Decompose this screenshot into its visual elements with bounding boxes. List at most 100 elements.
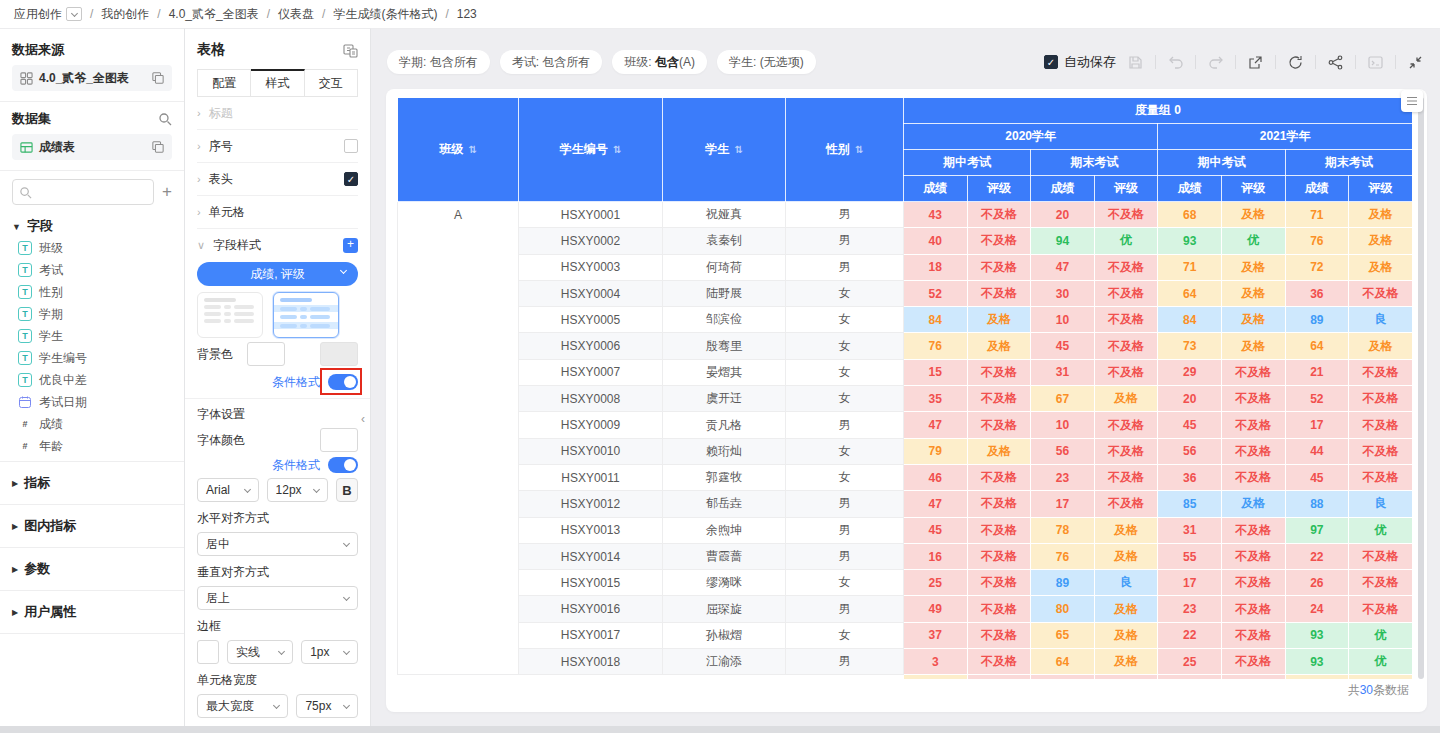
border-width-select[interactable]: 1px — [301, 640, 358, 664]
font-size-select[interactable]: 12px — [267, 478, 329, 502]
section-参数[interactable]: ▶参数 — [12, 548, 172, 590]
add-field-style-button[interactable]: + — [343, 238, 358, 253]
field-style-section[interactable]: 字段样式 — [213, 237, 261, 254]
breadcrumb-root[interactable]: 应用创作 — [14, 6, 82, 23]
style-section-序号[interactable]: ›序号 — [197, 130, 358, 163]
h-align-select[interactable]: 居中 — [197, 532, 358, 556]
share-icon[interactable] — [1327, 54, 1344, 71]
bold-button[interactable]: B — [336, 478, 358, 502]
section-用户属性[interactable]: ▶用户属性 — [12, 591, 172, 633]
metric-header: 成绩 — [1285, 176, 1349, 202]
breadcrumb-item[interactable]: 仪表盘 — [278, 7, 314, 21]
filter-chip[interactable]: 班级: 包含(A) — [612, 50, 707, 74]
border-label: 边框 — [197, 618, 358, 635]
section-图内指标[interactable]: ▶图内指标 — [12, 505, 172, 547]
v-align-select[interactable]: 居上 — [197, 586, 358, 610]
font-family-select[interactable]: Arial — [197, 478, 259, 502]
bg-color-swatch-disabled[interactable] — [320, 342, 358, 366]
field-item-年龄[interactable]: #年龄 — [12, 435, 172, 457]
style-section-标题[interactable]: ›标题 — [197, 97, 358, 130]
filter-chip[interactable]: 学生: (无选项) — [717, 50, 816, 74]
font-color-swatch[interactable] — [320, 428, 358, 452]
tab-配置[interactable]: 配置 — [197, 69, 251, 97]
field-item-考试日期[interactable]: 考试日期 — [12, 391, 172, 413]
export-icon[interactable] — [1247, 54, 1264, 71]
border-color-swatch[interactable] — [197, 640, 219, 664]
field-item-学期[interactable]: T学期 — [12, 303, 172, 325]
chevron-down-icon[interactable] — [66, 7, 82, 21]
datasource-item[interactable]: 4.0_贰爷_全图表 — [12, 65, 172, 91]
rating-cell: 及格 — [1221, 280, 1285, 306]
table-widget-card[interactable]: 班级 ⇅学生编号 ⇅学生 ⇅性别 ⇅度量组 02020学年2021学年期中考试期… — [386, 89, 1427, 712]
field-selector-dropdown[interactable]: 成绩, 评级 — [197, 262, 358, 286]
add-field-button[interactable]: + — [162, 182, 172, 202]
autosave-checkbox[interactable]: ✓ — [1044, 55, 1058, 69]
score-cell: 22 — [1158, 622, 1222, 648]
rating-cell: 不及格 — [967, 280, 1031, 306]
table-scrollbar[interactable] — [1418, 97, 1424, 679]
column-header-学生[interactable]: 学生 ⇅ — [663, 98, 786, 202]
style-section-单元格[interactable]: ›单元格 — [197, 196, 358, 229]
panel-collapse-handle[interactable]: ‹ — [361, 405, 371, 433]
copy-icon[interactable] — [152, 72, 164, 84]
widget-corner-icon[interactable] — [1401, 90, 1423, 112]
filter-chip[interactable]: 考试: 包含所有 — [500, 50, 603, 74]
font-conditional-format-link[interactable]: 条件格式 — [272, 457, 320, 474]
column-header-学生编号[interactable]: 学生编号 ⇅ — [519, 98, 663, 202]
field-item-考试[interactable]: T考试 — [12, 259, 172, 281]
autosave-control[interactable]: ✓ 自动保存 — [1044, 53, 1116, 71]
redo-icon[interactable] — [1207, 54, 1224, 71]
refresh-icon[interactable] — [1287, 54, 1304, 71]
tab-交互[interactable]: 交互 — [305, 69, 358, 97]
border-style-select[interactable]: 实线 — [227, 640, 293, 664]
style-section-表头[interactable]: ›表头✓ — [197, 163, 358, 196]
field-item-性别[interactable]: T性别 — [12, 281, 172, 303]
field-item-优良中差[interactable]: T优良中差 — [12, 369, 172, 391]
filter-chip[interactable]: 学期: 包含所有 — [387, 50, 490, 74]
score-cell: 52 — [904, 280, 968, 306]
field-item-学生编号[interactable]: T学生编号 — [12, 347, 172, 369]
dataset-item[interactable]: 成绩表 — [12, 134, 172, 160]
student-id-cell: HSXY0014 — [519, 543, 663, 569]
表头-checkbox[interactable]: ✓ — [344, 172, 358, 186]
copy-icon[interactable] — [152, 141, 164, 153]
column-header-班级[interactable]: 班级 ⇅ — [398, 98, 519, 202]
field-item-班级[interactable]: T班级 — [12, 237, 172, 259]
cell-width-mode-select[interactable]: 最大宽度 — [197, 694, 288, 718]
undo-icon[interactable] — [1167, 54, 1184, 71]
column-header-性别[interactable]: 性别 ⇅ — [786, 98, 904, 202]
table-style-striped[interactable] — [273, 292, 339, 338]
field-item-学生[interactable]: T学生 — [12, 325, 172, 347]
autosave-label: 自动保存 — [1064, 53, 1116, 71]
chart-switch-icon[interactable] — [343, 43, 358, 58]
rating-cell: 及格 — [1221, 307, 1285, 333]
序号-checkbox[interactable] — [344, 139, 358, 153]
table-style-plain[interactable] — [197, 292, 263, 338]
field-search-input[interactable] — [12, 179, 154, 205]
student-id-cell: HSXY0011 — [519, 464, 663, 490]
save-icon[interactable] — [1127, 54, 1144, 71]
breadcrumb-item[interactable]: 4.0_贰爷_全图表 — [169, 7, 259, 21]
tab-样式[interactable]: 样式 — [251, 69, 304, 97]
breadcrumb-item[interactable]: 123 — [457, 7, 477, 21]
page-scrollbar[interactable] — [0, 726, 1440, 733]
font-conditional-format-toggle[interactable] — [328, 457, 358, 473]
field-item-成绩[interactable]: #成绩 — [12, 413, 172, 435]
metric-header: 成绩 — [904, 176, 968, 202]
rating-cell: 不及格 — [967, 649, 1031, 675]
bg-color-swatch[interactable] — [247, 342, 285, 366]
search-icon[interactable] — [158, 112, 172, 126]
fields-section-title[interactable]: ▼字段 — [12, 217, 172, 235]
table-row: HSXY0014曹霞蔷男16不及格76及格55不及格22不及格 — [398, 543, 1413, 569]
cell-width-value-select[interactable]: 75px — [296, 694, 358, 718]
section-指标[interactable]: ▶指标 — [12, 462, 172, 504]
text-field-icon: T — [18, 373, 32, 387]
collapse-icon[interactable] — [1407, 54, 1424, 71]
conditional-format-link[interactable]: 条件格式 — [272, 374, 320, 391]
breadcrumb-item[interactable]: 我的创作 — [101, 7, 149, 21]
terminal-icon[interactable] — [1367, 54, 1384, 71]
student-id-cell: HSXY0015 — [519, 570, 663, 596]
score-cell: 72 — [1285, 254, 1349, 280]
score-cell: 47 — [904, 412, 968, 438]
breadcrumb-item[interactable]: 学生成绩(条件格式) — [333, 7, 437, 21]
